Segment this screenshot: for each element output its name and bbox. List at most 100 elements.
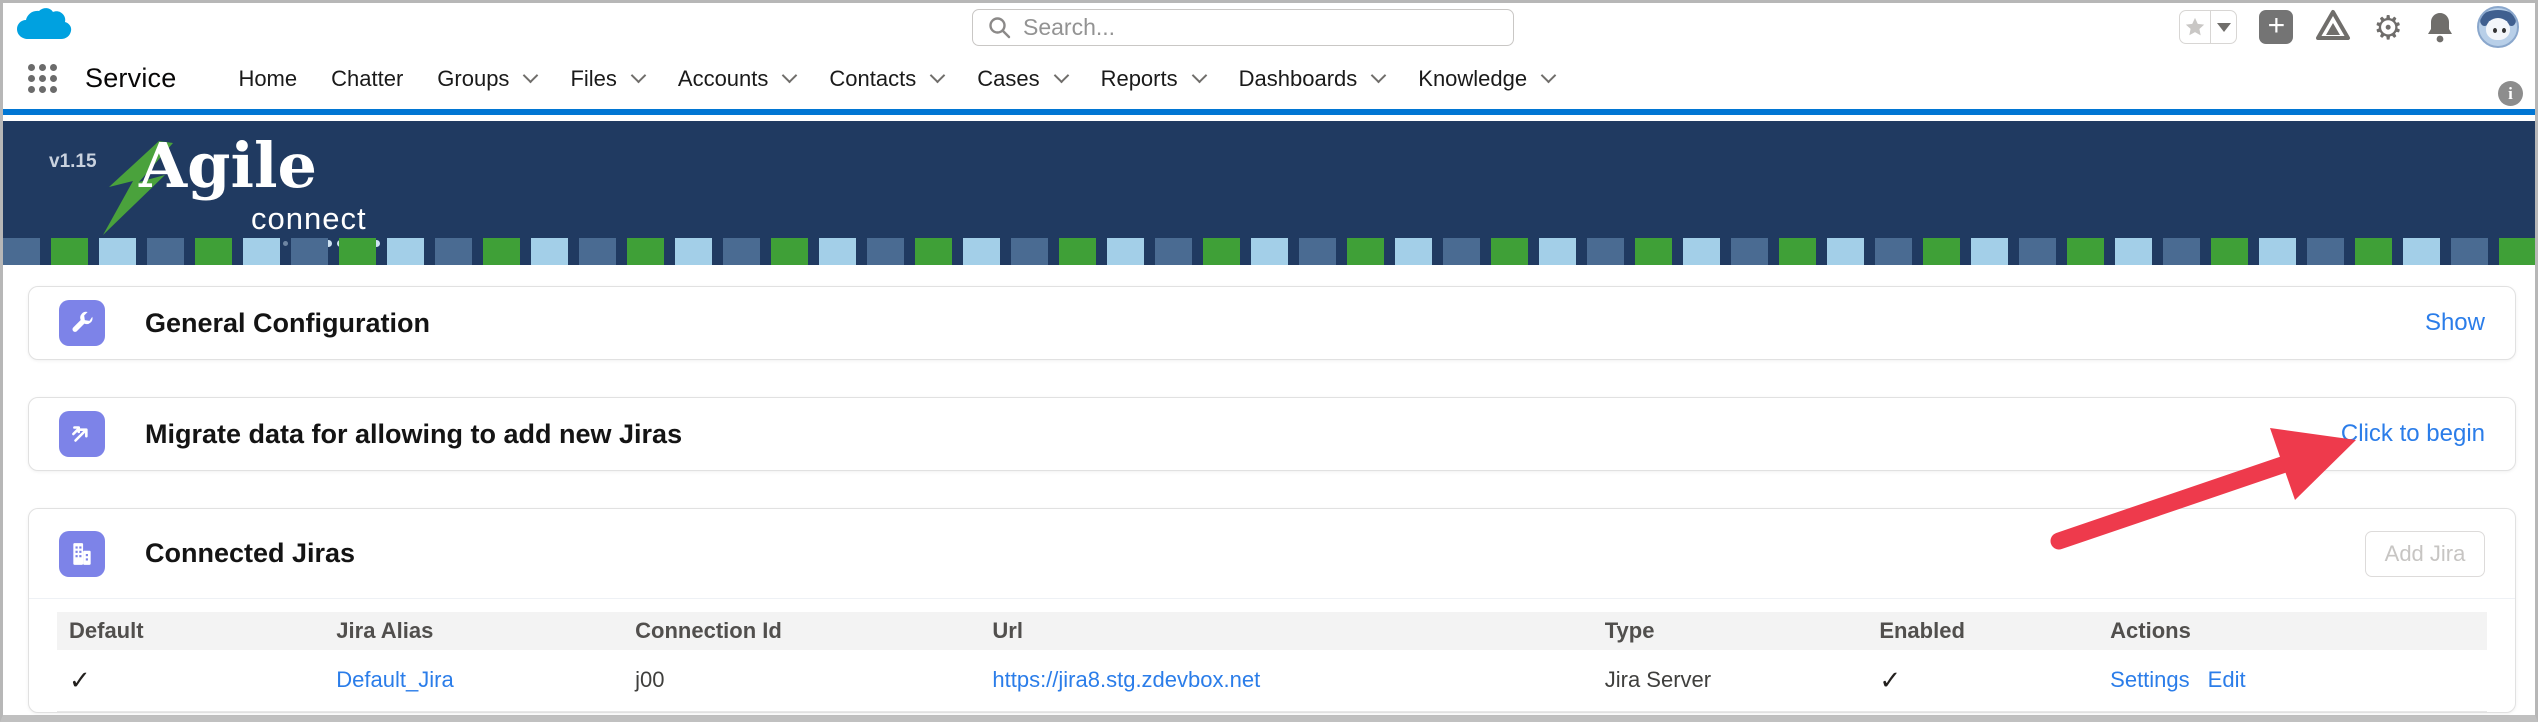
- nav-item-label: Accounts: [678, 66, 769, 92]
- chevron-down-icon[interactable]: [1053, 68, 1069, 84]
- nav-item-label: Chatter: [331, 66, 403, 92]
- guidance-icon[interactable]: [2315, 9, 2351, 45]
- stripe-square: [1443, 238, 1480, 265]
- nav-item-contacts[interactable]: Contacts: [829, 66, 943, 92]
- nav-item-label: Cases: [977, 66, 1039, 92]
- chevron-down-icon[interactable]: [782, 68, 798, 84]
- add-jira-button[interactable]: Add Jira: [2365, 531, 2485, 577]
- enabled-check-cell: ✓: [1867, 650, 2098, 711]
- nav-item-label: Files: [570, 66, 616, 92]
- stripe-square: [771, 238, 808, 265]
- stripe-square: [339, 238, 376, 265]
- app-name[interactable]: Service: [85, 63, 176, 94]
- stripe-square: [147, 238, 184, 265]
- stripe-square: [819, 238, 856, 265]
- stripe-square: [1827, 238, 1864, 265]
- stripe-square: [387, 238, 424, 265]
- section-title-connected: Connected Jiras: [145, 538, 355, 569]
- chevron-down-icon[interactable]: [1371, 68, 1387, 84]
- chevron-down-icon[interactable]: [1541, 68, 1557, 84]
- click-to-begin-link[interactable]: Click to begin: [2341, 420, 2485, 448]
- favorites-dropdown-icon[interactable]: [2210, 11, 2236, 43]
- migrate-data-card: Migrate data for allowing to add new Jir…: [28, 397, 2516, 471]
- stripe-square: [2451, 238, 2488, 265]
- notifications-bell-icon[interactable]: [2425, 11, 2455, 43]
- column-header: Default: [57, 612, 324, 650]
- stripe-square: [3, 238, 40, 265]
- stripe-square: [1155, 238, 1192, 265]
- stripe-square: [1875, 238, 1912, 265]
- jira-table-head-row: DefaultJira AliasConnection IdUrlTypeEna…: [57, 612, 2487, 650]
- stripe-square: [2163, 238, 2200, 265]
- setup-gear-icon[interactable]: ⚙: [2373, 11, 2403, 44]
- chevron-down-icon[interactable]: [523, 68, 539, 84]
- chevron-down-icon[interactable]: [631, 68, 647, 84]
- jira-url-link[interactable]: https://jira8.stg.zdevbox.net: [980, 650, 1592, 711]
- stripe-square: [195, 238, 232, 265]
- stripe-square: [1299, 238, 1336, 265]
- stripe-square: [2403, 238, 2440, 265]
- nav-item-label: Dashboards: [1239, 66, 1358, 92]
- nav-item-chatter[interactable]: Chatter: [331, 66, 403, 92]
- user-avatar[interactable]: [2477, 6, 2519, 48]
- stripe-square: [915, 238, 952, 265]
- stripe-square: [723, 238, 760, 265]
- stripe-square: [1923, 238, 1960, 265]
- stripe-square: [1203, 238, 1240, 265]
- stripe-square: [2019, 238, 2056, 265]
- actions-cell: Settings Edit: [2098, 650, 2487, 711]
- stripe-square: [51, 238, 88, 265]
- stripe-square: [1779, 238, 1816, 265]
- app-launcher-icon[interactable]: [28, 64, 57, 93]
- info-icon[interactable]: i: [2498, 81, 2523, 106]
- stripe-square: [1683, 238, 1720, 265]
- favorites-star-icon[interactable]: [2180, 11, 2210, 43]
- nav-item-reports[interactable]: Reports: [1101, 66, 1205, 92]
- column-header: Type: [1593, 612, 1868, 650]
- stripe-square: [2499, 238, 2535, 265]
- show-link[interactable]: Show: [2425, 309, 2485, 337]
- nav-item-label: Reports: [1101, 66, 1178, 92]
- nav-item-label: Knowledge: [1418, 66, 1527, 92]
- stripe-square: [579, 238, 616, 265]
- stripe-square: [291, 238, 328, 265]
- stripe-square: [867, 238, 904, 265]
- chevron-down-icon[interactable]: [1191, 68, 1207, 84]
- nav-item-dashboards[interactable]: Dashboards: [1239, 66, 1385, 92]
- chevron-down-icon[interactable]: [930, 68, 946, 84]
- edit-link[interactable]: Edit: [2208, 667, 2246, 692]
- stripe-square: [2115, 238, 2152, 265]
- nav-item-files[interactable]: Files: [570, 66, 643, 92]
- jira-alias-link[interactable]: Default_Jira: [324, 650, 623, 711]
- favorites-button[interactable]: [2179, 10, 2237, 44]
- stripe-square: [531, 238, 568, 265]
- stripe-square: [435, 238, 472, 265]
- add-icon[interactable]: +: [2259, 10, 2293, 44]
- section-title-general: General Configuration: [145, 308, 430, 339]
- global-search: [972, 9, 1514, 46]
- type-cell: Jira Server: [1593, 650, 1868, 711]
- settings-link[interactable]: Settings: [2110, 667, 2190, 692]
- stripe-square: [1395, 238, 1432, 265]
- column-header: Connection Id: [623, 612, 980, 650]
- jira-table: DefaultJira AliasConnection IdUrlTypeEna…: [57, 612, 2487, 712]
- nav-item-groups[interactable]: Groups: [437, 66, 536, 92]
- search-input[interactable]: [1023, 14, 1513, 41]
- nav-item-home[interactable]: Home: [238, 66, 297, 92]
- nav-item-knowledge[interactable]: Knowledge: [1418, 66, 1554, 92]
- banner-logo-text: Agile: [139, 129, 317, 202]
- salesforce-logo-icon[interactable]: [15, 6, 73, 46]
- stripe-square: [1491, 238, 1528, 265]
- header-actions: + ⚙: [2179, 8, 2519, 46]
- nav-item-cases[interactable]: Cases: [977, 66, 1066, 92]
- migrate-arrows-icon: [59, 411, 105, 457]
- stripe-square: [2307, 238, 2344, 265]
- stripe-square: [1731, 238, 1768, 265]
- default-check-cell: ✓: [57, 650, 324, 711]
- banner-logo-subtext: connect: [251, 201, 367, 237]
- nav-item-accounts[interactable]: Accounts: [678, 66, 796, 92]
- stripe-square: [99, 238, 136, 265]
- stripe-square: [675, 238, 712, 265]
- stripe-square: [1539, 238, 1576, 265]
- main-content: General Configuration Show Migrate data …: [3, 265, 2535, 715]
